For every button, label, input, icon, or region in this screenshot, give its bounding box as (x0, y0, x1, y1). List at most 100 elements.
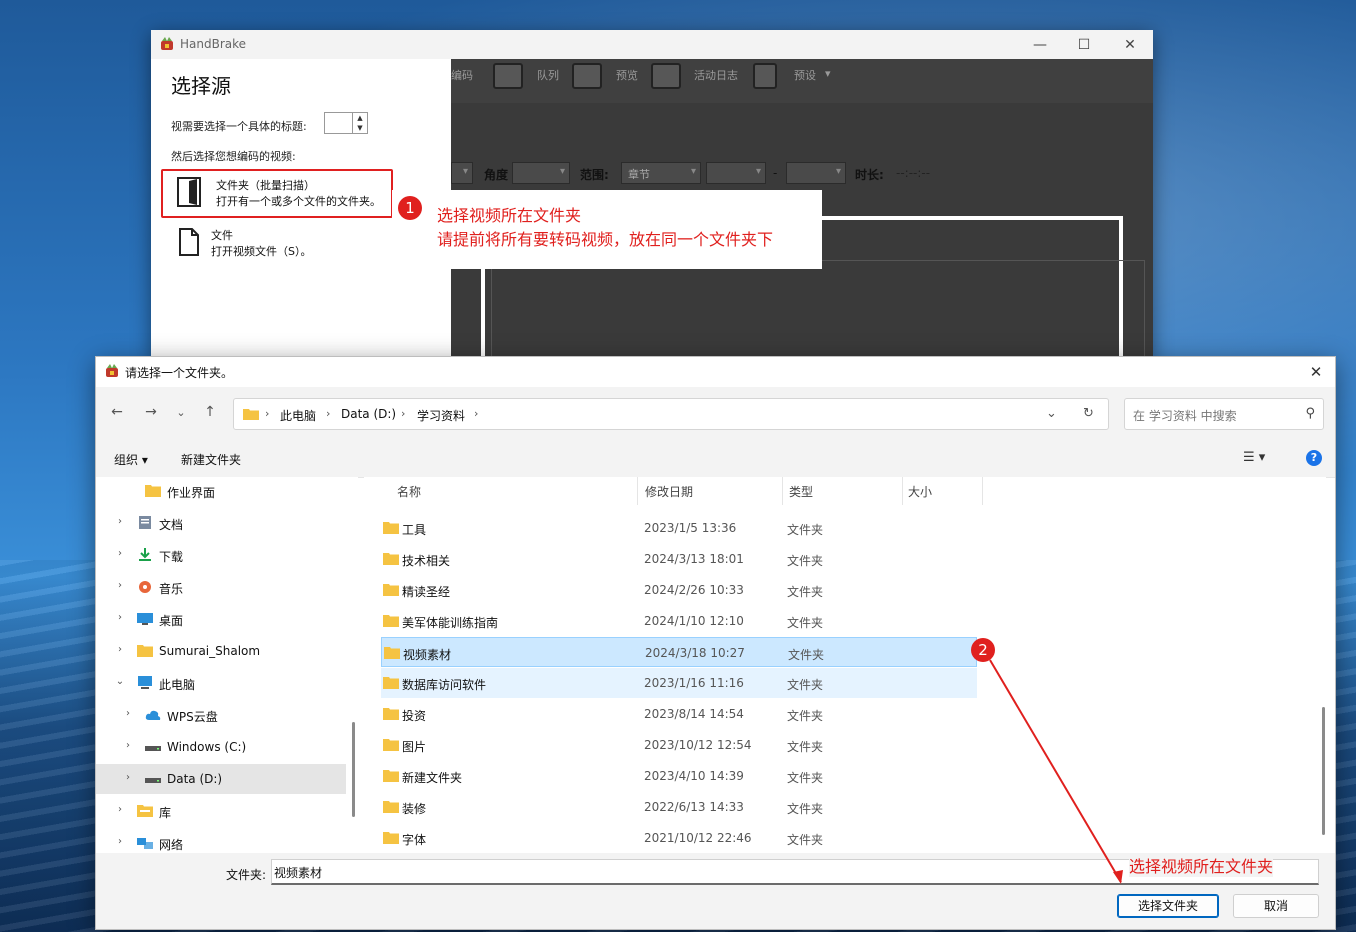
toolbar-encode[interactable]: 编码 (451, 67, 473, 83)
select-folder-button[interactable]: 选择文件夹 (1117, 894, 1219, 918)
column-divider[interactable] (782, 477, 783, 505)
recent-locations-chevron-icon[interactable]: ⌄ (171, 406, 191, 419)
column-date-header[interactable]: 修改日期 (645, 483, 693, 511)
expand-chevron-icon[interactable]: › (114, 836, 126, 847)
nav-item[interactable]: › Windows (C:) (96, 732, 346, 762)
address-history-chevron-icon[interactable]: ⌄ (1046, 406, 1057, 421)
spinner-up-icon[interactable]: ▲ (353, 113, 367, 123)
dialog-navbar: ← → ⌄ ↑ › 此电脑 › Data (D:) › 学习资料 › ⌄ ↻ 在… (96, 387, 1335, 439)
range-start-select[interactable] (706, 162, 766, 184)
toolbar-activity-log[interactable]: 活动日志 (694, 67, 738, 83)
file-row[interactable]: 视频素材 2024/3/18 10:27 文件夹 (381, 637, 977, 667)
back-arrow-icon[interactable]: ← (107, 404, 127, 420)
breadcrumb-this-pc[interactable]: 此电脑 (280, 407, 316, 424)
video-question: 然后选择您想编码的视频: (171, 150, 296, 163)
select-folder-dialog: 请选择一个文件夹。 ✕ ← → ⌄ ↑ › 此电脑 › Data (D:) › … (95, 356, 1336, 930)
presets-dropdown-icon[interactable]: ▾ (825, 67, 831, 80)
file-name: 投资 (402, 709, 427, 723)
file-list-scrollbar[interactable] (1322, 707, 1325, 835)
cancel-button[interactable]: 取消 (1233, 894, 1319, 918)
spinner-down-icon[interactable]: ▼ (353, 123, 367, 133)
expand-chevron-icon[interactable]: › (114, 612, 126, 623)
file-row[interactable]: 装修 2022/6/13 14:33 文件夹 (381, 792, 977, 822)
file-row[interactable]: 数据库访问软件 2023/1/16 11:16 文件夹 (381, 668, 977, 698)
folder-icon (383, 615, 399, 627)
expand-chevron-icon[interactable]: › (122, 708, 134, 719)
title-select[interactable] (451, 162, 473, 184)
nav-item[interactable]: › Sumurai_Shalom (96, 636, 346, 666)
up-arrow-icon[interactable]: ↑ (200, 404, 220, 420)
expand-chevron-icon[interactable]: › (122, 772, 134, 783)
toolbar-queue[interactable]: 队列 (537, 67, 559, 83)
range-end-select[interactable] (786, 162, 846, 184)
toolbar-presets[interactable]: 预设 (794, 67, 816, 83)
file-date: 2023/8/14 14:54 (644, 707, 744, 721)
file-date: 2024/3/13 18:01 (644, 552, 744, 566)
file-row[interactable]: 美军体能训练指南 2024/1/10 12:10 文件夹 (381, 606, 977, 636)
expand-chevron-icon[interactable]: › (114, 580, 126, 591)
nav-item[interactable]: › 库 (96, 796, 346, 826)
file-row[interactable]: 字体 2021/10/12 22:46 文件夹 (381, 823, 977, 853)
nav-item[interactable]: › 文档 (96, 508, 346, 538)
expand-chevron-icon[interactable]: › (114, 548, 126, 559)
column-divider[interactable] (982, 477, 983, 505)
queue-icon (493, 63, 523, 89)
organize-button[interactable]: 组织 ▾ (114, 451, 148, 468)
search-box[interactable]: 在 学习资料 中搜索 ⚲ (1124, 398, 1324, 430)
breadcrumb-study[interactable]: 学习资料 (417, 407, 465, 424)
file-row[interactable]: 工具 2023/1/5 13:36 文件夹 (381, 513, 977, 543)
nav-item[interactable]: › 桌面 (96, 604, 346, 634)
file-row[interactable]: 投资 2023/8/14 14:54 文件夹 (381, 699, 977, 729)
expand-chevron-icon[interactable]: › (122, 740, 134, 751)
file-type: 文件夹 (787, 802, 824, 816)
new-folder-button[interactable]: 新建文件夹 (181, 451, 241, 468)
file-type: 文件夹 (788, 648, 825, 662)
file-row[interactable]: 图片 2023/10/12 12:54 文件夹 (381, 730, 977, 760)
range-select[interactable]: 章节 (621, 162, 701, 184)
file-row[interactable]: 技术相关 2024/3/13 18:01 文件夹 (381, 544, 977, 574)
nav-pane-scrollbar[interactable] (352, 722, 355, 817)
nav-item[interactable]: › WPS云盘 (96, 700, 346, 730)
search-icon[interactable]: ⚲ (1305, 406, 1315, 421)
nav-item[interactable]: 作业界面 (96, 477, 346, 506)
title-spinner[interactable]: ▲ ▼ (324, 112, 368, 134)
expand-chevron-icon[interactable]: › (114, 516, 126, 527)
minimize-button[interactable]: — (1021, 34, 1059, 56)
nav-item[interactable]: › Data (D:) (96, 764, 346, 794)
column-type-header[interactable]: 类型 (789, 483, 813, 511)
angle-select[interactable] (512, 162, 570, 184)
toolbar-preview[interactable]: 预览 (616, 67, 638, 83)
title-question: 视需要选择一个具体的标题: (171, 120, 307, 133)
nav-item[interactable]: ⌄ 此电脑 (96, 668, 346, 698)
nav-item[interactable]: › 网络 (96, 828, 346, 853)
file-type: 文件夹 (787, 709, 824, 723)
network-icon (137, 838, 153, 849)
expand-chevron-icon[interactable]: › (114, 804, 126, 815)
refresh-icon[interactable]: ↻ (1083, 406, 1094, 421)
help-icon[interactable]: ? (1306, 450, 1322, 466)
annotation-1-line1: 选择视频所在文件夹 (437, 206, 582, 225)
handbrake-content-inner (491, 260, 1145, 360)
expand-chevron-icon[interactable]: › (114, 644, 126, 655)
view-options-icon[interactable]: ☰ ▾ (1243, 450, 1265, 465)
library-icon (137, 805, 153, 817)
nav-item[interactable]: › 音乐 (96, 572, 346, 602)
expand-chevron-icon[interactable]: ⌄ (114, 676, 126, 687)
column-divider[interactable] (902, 477, 903, 505)
nav-item[interactable]: › 下载 (96, 540, 346, 570)
dialog-close-button[interactable]: ✕ (1303, 361, 1329, 383)
forward-arrow-icon[interactable]: → (141, 404, 161, 420)
breadcrumb-separator-icon: › (474, 407, 479, 420)
file-name: 图片 (402, 740, 427, 754)
presets-icon (753, 63, 777, 89)
maximize-button[interactable]: ☐ (1065, 34, 1103, 56)
breadcrumb-data-d[interactable]: Data (D:) (341, 407, 396, 421)
file-row[interactable]: 精读圣经 2024/2/26 10:33 文件夹 (381, 575, 977, 605)
address-bar[interactable]: › 此电脑 › Data (D:) › 学习资料 › ⌄ ↻ (233, 398, 1109, 430)
file-date: 2023/10/12 12:54 (644, 738, 752, 752)
close-button[interactable]: ✕ (1111, 34, 1149, 56)
file-row[interactable]: 新建文件夹 2023/4/10 14:39 文件夹 (381, 761, 977, 791)
column-divider[interactable] (637, 477, 638, 505)
column-name-header[interactable]: 名称 (397, 483, 421, 511)
column-size-header[interactable]: 大小 (908, 483, 932, 511)
